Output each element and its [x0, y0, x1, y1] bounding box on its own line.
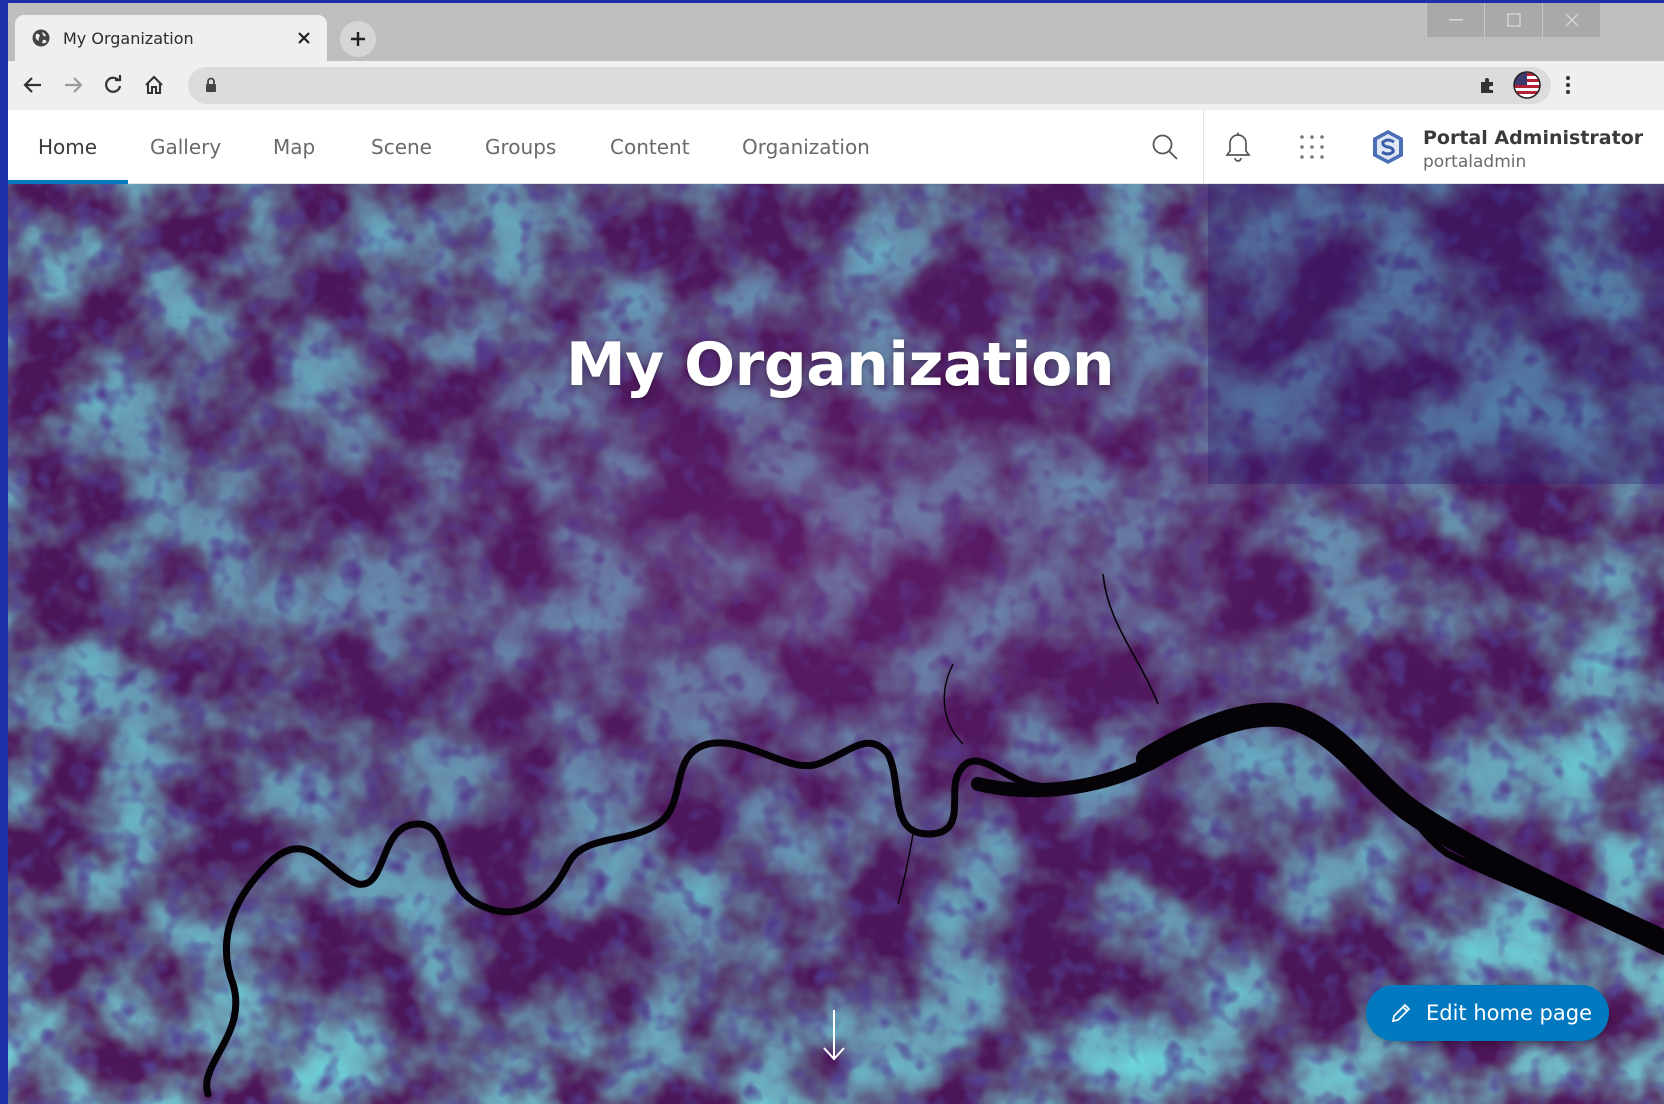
nav-content[interactable]: Content — [580, 110, 720, 184]
nav-label: Scene — [371, 135, 432, 159]
bell-icon[interactable] — [1222, 131, 1254, 163]
nav-divider — [1203, 110, 1204, 184]
home-icon[interactable] — [138, 69, 170, 101]
app-launcher-icon[interactable] — [1296, 131, 1328, 163]
forward-arrow-icon[interactable] — [57, 69, 89, 101]
hero-banner: My Organization Edit home page — [8, 184, 1664, 1104]
portal-header: Home Gallery Map Scene Groups Content Or… — [8, 110, 1664, 184]
hero-map-background — [8, 184, 1664, 1104]
nav-organization[interactable]: Organization — [712, 110, 900, 184]
kebab-menu-icon[interactable] — [1552, 69, 1584, 101]
minimize-button[interactable] — [1426, 3, 1484, 37]
puzzle-icon[interactable] — [1472, 69, 1504, 101]
nav-scene[interactable]: Scene — [341, 110, 462, 184]
nav-label: Content — [610, 135, 690, 159]
back-arrow-icon[interactable] — [17, 69, 49, 101]
nav-home[interactable]: Home — [8, 110, 128, 184]
nav-label: Map — [273, 135, 316, 159]
address-bar[interactable] — [188, 67, 1551, 104]
browser-window: My Organization Home Gallery Map Scene G… — [8, 3, 1664, 1104]
maximize-button[interactable] — [1484, 3, 1542, 37]
close-icon[interactable] — [293, 27, 315, 49]
edit-home-page-button[interactable]: Edit home page — [1366, 985, 1609, 1041]
nav-groups[interactable]: Groups — [455, 110, 586, 184]
browser-tab[interactable]: My Organization — [15, 15, 327, 61]
tab-title: My Organization — [63, 28, 194, 48]
avatar[interactable] — [1370, 129, 1406, 165]
browser-toolbar — [8, 61, 1664, 110]
nav-map[interactable]: Map — [243, 110, 345, 184]
page-title: My Organization — [565, 330, 1115, 400]
user-full-name[interactable]: Portal Administrator — [1423, 127, 1643, 149]
globe-icon — [31, 28, 51, 48]
plus-icon[interactable] — [340, 21, 376, 57]
nav-gallery[interactable]: Gallery — [120, 110, 251, 184]
arrow-down-icon[interactable] — [819, 1008, 849, 1062]
nav-label: Organization — [742, 135, 870, 159]
lock-icon — [205, 77, 219, 95]
nav-label: Gallery — [150, 135, 222, 159]
reload-icon[interactable] — [97, 69, 129, 101]
pencil-icon — [1390, 1002, 1412, 1024]
edit-home-page-label: Edit home page — [1426, 1001, 1593, 1025]
flag-avatar-icon[interactable] — [1511, 69, 1543, 101]
close-window-button[interactable] — [1542, 3, 1600, 37]
nav-label: Home — [38, 135, 98, 159]
tab-strip: My Organization — [8, 3, 1664, 61]
search-icon[interactable] — [1149, 131, 1181, 163]
user-username[interactable]: portaladmin — [1423, 152, 1526, 172]
nav-label: Groups — [485, 135, 557, 159]
